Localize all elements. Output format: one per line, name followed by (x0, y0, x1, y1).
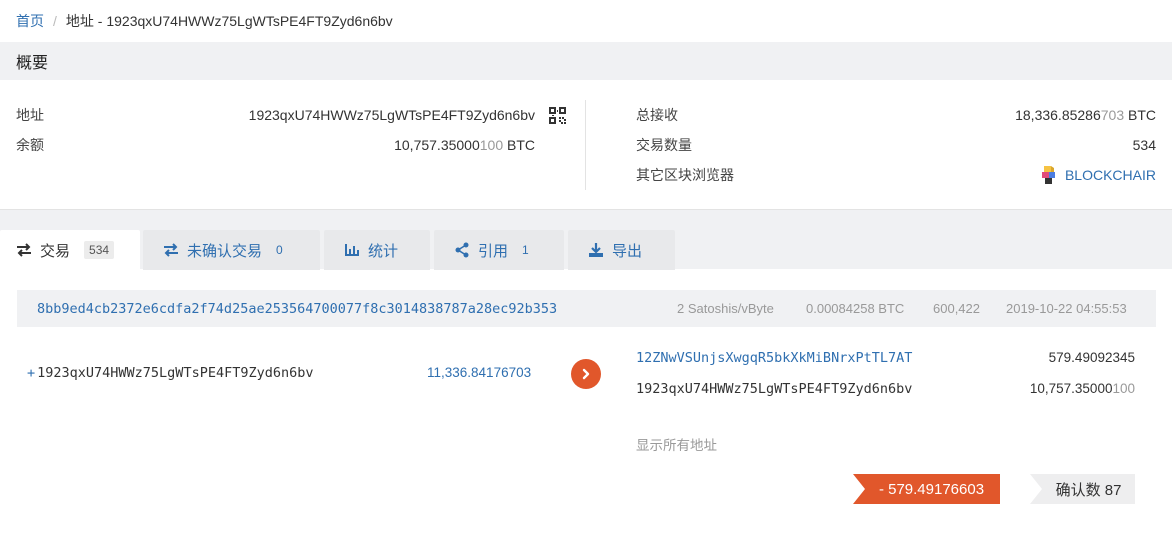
overview-explorers-row: 其它区块浏览器 BLOCKCHAIR (636, 160, 1156, 190)
overview-panel: 地址 1923qxU74HWWz75LgWTsPE4FT9Zyd6n6bv 余额… (0, 80, 1172, 210)
tab-transactions[interactable]: 交易 534 (0, 230, 140, 270)
chevron-right-icon (582, 368, 590, 380)
breadcrumb-current: 地址 - 1923qxU74HWWz75LgWTsPE4FT9Zyd6n6bv (65, 13, 393, 29)
qr-code-icon[interactable] (549, 106, 566, 124)
overview-txcount-row: 交易数量 534 (636, 130, 1156, 160)
explorers-label: 其它区块浏览器 (636, 167, 734, 183)
address-value-wrap: 1923qxU74HWWz75LgWTsPE4FT9Zyd6n6bv (248, 106, 566, 124)
confirmations-badge: 确认数 87 (1030, 474, 1135, 504)
balance-fade: 100 (479, 137, 504, 153)
tab-references-label: 引用 (478, 242, 509, 260)
address-label: 地址 (16, 107, 44, 123)
tab-unconfirmed[interactable]: 未确认交易 0 (143, 230, 320, 270)
balance-delta-value: - 579.49176603 (878, 480, 985, 498)
transaction-fee: 0.00084258 BTC (806, 301, 905, 316)
share-icon (455, 242, 469, 258)
tab-transactions-label: 交易 (40, 242, 71, 260)
received-unit: BTC (1124, 107, 1156, 123)
balance-delta-badge: - 579.49176603 (853, 474, 1000, 504)
transaction-input: +1923qxU74HWWz75LgWTsPE4FT9Zyd6n6bv (27, 365, 313, 381)
overview-right-column: 总接收 18,336.85286 703 BTC 交易数量 534 其它区块浏览器… (636, 100, 1156, 190)
balance-label: 余额 (16, 137, 44, 153)
tx-count-value: 534 (1132, 137, 1156, 153)
breadcrumb-home-link[interactable]: 首页 (16, 11, 44, 31)
received-fade: 703 (1100, 107, 1125, 123)
tab-unconfirmed-count: 0 (276, 243, 283, 257)
input-address: 1923qxU74HWWz75LgWTsPE4FT9Zyd6n6bv (37, 365, 314, 381)
tab-export-label: 导出 (612, 242, 643, 260)
tab-stats-label: 统计 (368, 242, 399, 260)
overview-balance-row: 余额 10,757.35000 100 BTC (16, 130, 566, 160)
output-amount-self: 10,757.35000100 (1030, 381, 1135, 396)
transaction-header: 8bb9ed4cb2372e6cdfa2f74d25ae253564700077… (17, 290, 1156, 327)
transaction-arrow-button[interactable] (571, 359, 601, 389)
transaction-time: 2019-10-22 04:55:53 (1006, 301, 1127, 316)
tab-unconfirmed-label: 未确认交易 (187, 242, 263, 260)
confirmations-value: 确认数 87 (1055, 481, 1122, 499)
output-amount-main: 10,757.35000 (1029, 381, 1113, 396)
output-address-self: 1923qxU74HWWz75LgWTsPE4FT9Zyd6n6bv (636, 381, 913, 397)
show-all-addresses-link[interactable]: 显示所有地址 (636, 434, 717, 454)
tx-count-label: 交易数量 (636, 137, 692, 153)
balance-unit: BTC (503, 137, 535, 153)
blockchair-link[interactable]: BLOCKCHAIR (1041, 165, 1156, 185)
tabs-bar: 交易 534 未确认交易 0 统计 引用 1 导出 (0, 209, 1172, 270)
input-amount-link[interactable]: 11,336.84176703 (427, 365, 531, 380)
breadcrumb: 首页 / 地址 - 1923qxU74HWWz75LgWTsPE4FT9Zyd6… (0, 0, 1172, 42)
transfer-icon (164, 243, 178, 257)
balance-value: 10,757.35000 100 BTC (394, 137, 535, 153)
overview-title: 概要 (16, 55, 49, 72)
tab-transactions-count: 534 (84, 241, 115, 259)
overview-left-column: 地址 1923qxU74HWWz75LgWTsPE4FT9Zyd6n6bv 余额… (16, 100, 566, 160)
received-value: 18,336.85286 703 BTC (1015, 107, 1156, 123)
overview-header: 概要 (0, 42, 1172, 80)
blockchair-label: BLOCKCHAIR (1064, 167, 1156, 183)
transfer-icon (17, 243, 31, 257)
overview-divider (585, 100, 586, 190)
tab-export[interactable]: 导出 (568, 230, 675, 270)
input-sign: + (27, 365, 36, 381)
address-value: 1923qxU74HWWz75LgWTsPE4FT9Zyd6n6bv (248, 107, 535, 123)
balance-main: 10,757.35000 (394, 137, 480, 153)
transaction-fee-rate: 2 Satoshis/vByte (677, 301, 774, 316)
received-main: 18,336.85286 (1015, 107, 1101, 123)
breadcrumb-separator: / (53, 13, 57, 29)
tab-stats[interactable]: 统计 (324, 230, 430, 270)
tab-references-count: 1 (522, 243, 529, 257)
output-amount: 579.49092345 (1049, 350, 1135, 365)
bar-chart-icon (345, 244, 359, 256)
download-icon (589, 243, 603, 257)
tab-references[interactable]: 引用 1 (434, 230, 564, 270)
overview-received-row: 总接收 18,336.85286 703 BTC (636, 100, 1156, 130)
overview-address-row: 地址 1923qxU74HWWz75LgWTsPE4FT9Zyd6n6bv (16, 100, 566, 130)
output-amount-fade: 100 (1112, 381, 1135, 396)
output-amount-main: 579.49092345 (1048, 350, 1135, 365)
output-address-link[interactable]: 12ZNwVSUnjsXwgqR5bkXkMiBNrxPtTL7AT (636, 350, 912, 366)
blockchair-logo-icon (1041, 166, 1055, 184)
transaction-hash-link[interactable]: 8bb9ed4cb2372e6cdfa2f74d25ae253564700077… (37, 301, 557, 317)
received-label: 总接收 (636, 107, 678, 123)
transaction-block: 600,422 (933, 301, 980, 316)
